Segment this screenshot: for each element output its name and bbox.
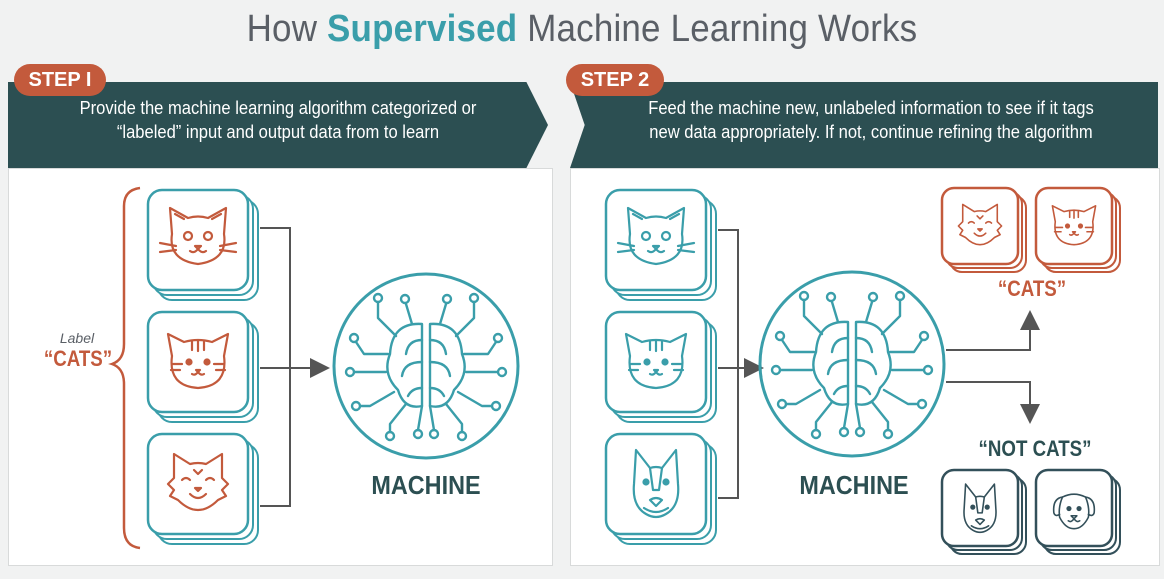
not-cats-output-label: “NOT CATS” — [978, 436, 1092, 461]
step2-machine — [758, 270, 946, 458]
step2-card-dog — [604, 432, 718, 546]
step1-card-fluffy-cat — [146, 432, 260, 546]
step2-card-cat — [604, 188, 718, 302]
step1-connectors — [260, 227, 330, 507]
step1-machine — [332, 272, 520, 460]
step2-machine-label: MACHINE — [799, 470, 909, 500]
step1-card-striped-cat — [146, 310, 260, 424]
label-cats: “CATS” — [43, 346, 113, 371]
output-dog-card-1 — [940, 468, 1028, 556]
cats-output-label: “CATS” — [997, 276, 1067, 301]
output-cat-card-1 — [940, 186, 1028, 274]
label-bracket — [108, 186, 141, 550]
label-small: Label — [59, 330, 95, 346]
step2-card-striped-cat — [604, 310, 718, 424]
step1-machine-label: MACHINE — [371, 470, 481, 500]
output-dog-card-2 — [1034, 468, 1122, 556]
step1-card-cat-face — [146, 188, 260, 302]
output-cat-card-2 — [1034, 186, 1122, 274]
